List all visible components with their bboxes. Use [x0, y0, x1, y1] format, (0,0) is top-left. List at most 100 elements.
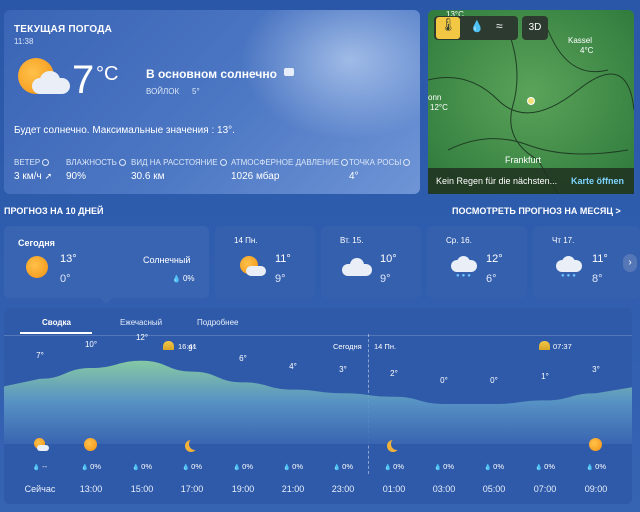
raindrop-icon: 💧 [586, 465, 596, 471]
raindrop-icon: 💧 [484, 465, 494, 471]
raindrop-icon: 💧 [283, 465, 293, 471]
metric-label-visibility[interactable]: ВИД НА РАССТОЯНИЕ [131, 158, 227, 167]
day-high: 10° [380, 253, 397, 265]
tab-details[interactable]: Подробнее [197, 318, 239, 327]
wind-direction-icon: ➚ [44, 171, 53, 181]
metric-label-dewpoint[interactable]: ТОЧКА РОСЫ [349, 158, 411, 167]
thermometer-icon[interactable]: 🌡 [436, 17, 460, 39]
selected-day-pointer [100, 298, 112, 304]
current-time: 11:38 [14, 37, 34, 46]
chevron-right-icon[interactable]: › [623, 254, 637, 272]
day-high: 13° [60, 253, 77, 265]
current-temperature: 7 [72, 58, 95, 102]
raindrop-icon: 💧 [32, 465, 43, 471]
partly-sunny-icon [238, 256, 266, 278]
map-caption: Kein Regen für die nächsten... [436, 176, 558, 186]
hour-time: 05:00 [482, 484, 506, 494]
metric-label-humidity[interactable]: ВЛАЖНОСТЬ [66, 158, 126, 167]
weather-summary: Будет солнечно. Максимальные значения : … [14, 125, 235, 136]
map-3d-button[interactable]: 3D [522, 16, 548, 40]
map-city-bonn[interactable]: onn [428, 93, 441, 102]
wind-icon[interactable]: ≈ [496, 19, 503, 33]
day-low: 0° [60, 273, 71, 285]
map-city-kassel-temp: 4°C [580, 46, 594, 55]
raindrop-icon: 💧 [333, 465, 343, 471]
raindrop-icon: 💧 [172, 276, 181, 283]
map-city-frankfurt[interactable]: Frankfurt [505, 155, 541, 165]
hour-precip: 💧 0% [283, 462, 303, 471]
hour-temp-label: 2° [390, 368, 398, 378]
hour-precip: 💧 0% [81, 462, 101, 471]
hour-temp-label: 1° [541, 372, 549, 382]
moon-icon [189, 438, 201, 450]
hour-time: 15:00 [130, 484, 154, 494]
raindrop-icon: 💧 [132, 465, 142, 471]
temperature-curve-chart [4, 360, 632, 444]
hour-precip: 💧 -- [32, 462, 48, 471]
temperature-unit[interactable]: °C [96, 63, 118, 86]
day-name: Сегодня [18, 238, 55, 248]
raindrop-icon: 💧 [182, 465, 192, 471]
tab-summary[interactable]: Сводка [42, 318, 71, 327]
partly-sunny-icon [18, 58, 70, 100]
metric-value-visibility: 30.6 км [131, 171, 165, 182]
hour-temp-label: 7° [36, 350, 44, 360]
raindrop-icon: 💧 [233, 465, 243, 471]
hour-temp-label: 4° [289, 361, 297, 371]
info-icon [42, 159, 50, 167]
temperature-area [4, 360, 632, 444]
map-city-bonn-temp: 12°C [430, 103, 448, 112]
sun-icon [26, 256, 48, 278]
hour-temp-label: 9° [188, 343, 196, 353]
hour-precip: 💧 0% [484, 462, 504, 471]
precipitation-icon[interactable]: 💧 [470, 20, 484, 33]
hour-precip: 💧 0% [434, 462, 454, 471]
rain-cloud-icon: ●●● [556, 256, 582, 280]
metric-value-wind: 3 км/ч ➚ [14, 171, 53, 182]
forecast-10-title: ПРОГНОЗ НА 10 ДНЕЙ [4, 206, 104, 216]
hour-time: 09:00 [584, 484, 608, 494]
hour-time: 13:00 [79, 484, 103, 494]
day-low: 6° [486, 273, 497, 285]
day-card-wed[interactable] [427, 226, 527, 298]
metric-value-dewpoint: 4° [349, 171, 359, 182]
hour-precip: 💧 0% [586, 462, 606, 471]
feels-like-value: 5° [192, 87, 200, 96]
tab-hourly[interactable]: Ежечасный [120, 318, 162, 327]
comment-icon[interactable] [284, 68, 294, 76]
hour-time: 19:00 [231, 484, 255, 494]
location-marker-icon[interactable] [527, 97, 535, 105]
metric-label-pressure[interactable]: АТМОСФЕРНОЕ ДАВЛЕНИЕ [231, 158, 349, 167]
hour-time: 21:00 [281, 484, 305, 494]
info-icon [403, 159, 411, 167]
map-city-kassel[interactable]: Kassel [568, 36, 592, 45]
month-forecast-link[interactable]: ПОСМОТРЕТЬ ПРОГНОЗ НА МЕСЯЦ > [452, 206, 621, 216]
sun-icon [589, 438, 602, 451]
metric-value-humidity: 90% [66, 171, 87, 182]
hour-temp-label: 0° [440, 376, 448, 385]
raindrop-icon: 💧 [384, 465, 394, 471]
day-name: Ср. 16. [446, 236, 472, 245]
hour-precip: 💧 0% [233, 462, 253, 471]
day-name: 14 Пн. [234, 236, 258, 245]
hour-precip: 💧 0% [182, 462, 202, 471]
hour-temp-label: 6° [239, 354, 247, 364]
day-high: 11° [592, 253, 608, 265]
raindrop-icon: 💧 [434, 465, 444, 471]
condition-text: В основном солнечно [146, 67, 277, 81]
day-low: 9° [275, 273, 286, 285]
hour-temp-label: 3° [592, 365, 600, 375]
day-name: Чт 17. [552, 236, 575, 245]
raindrop-icon: 💧 [535, 465, 545, 471]
day-high: 11° [275, 253, 291, 265]
moon-icon [391, 438, 403, 450]
metric-label-wind[interactable]: ВЕТЕР [14, 158, 50, 167]
metric-value-pressure: 1026 мбар [231, 171, 280, 182]
rain-cloud-icon: ●●● [451, 256, 477, 280]
hour-precip: 💧 0% [333, 462, 353, 471]
hour-time: 17:00 [180, 484, 204, 494]
hour-time: 03:00 [432, 484, 456, 494]
cloud-icon [342, 258, 372, 276]
open-map-link[interactable]: Karte öffnen [571, 176, 624, 186]
day-low: 8° [592, 273, 603, 285]
